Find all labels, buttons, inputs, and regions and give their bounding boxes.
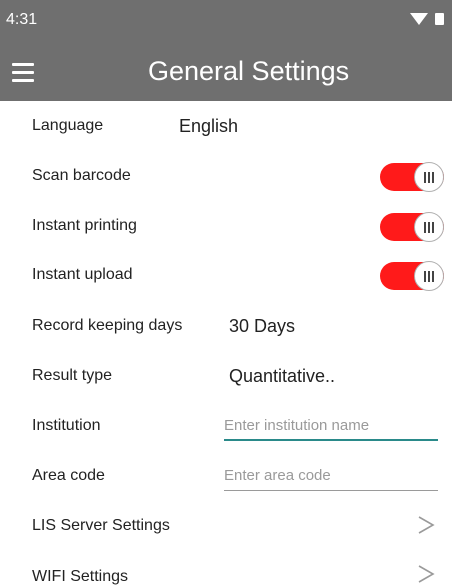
setting-language[interactable]: Language English [0, 101, 452, 151]
instant-upload-toggle[interactable] [380, 261, 444, 291]
chevron-right-icon[interactable] [416, 515, 436, 535]
setting-area-code: Area code [0, 451, 452, 501]
setting-wifi[interactable]: WIFI Settings [0, 551, 452, 585]
menu-button[interactable] [12, 57, 42, 87]
setting-result-type[interactable]: Result type Quantitative.. [0, 351, 452, 401]
result-type-label: Result type [32, 367, 113, 384]
scan-barcode-label: Scan barcode [32, 167, 131, 184]
wifi-icon [410, 13, 428, 25]
battery-icon [435, 13, 444, 25]
chevron-right-icon[interactable] [416, 564, 436, 584]
setting-institution: Institution [0, 401, 452, 451]
setting-record-keeping[interactable]: Record keeping days 30 Days [0, 301, 452, 351]
instant-printing-label: Instant printing [32, 217, 137, 234]
page-title: General Settings [148, 56, 350, 86]
toggle-thumb-icon [414, 212, 444, 242]
lis-server-label: LIS Server Settings [32, 517, 170, 534]
setting-lis-server[interactable]: LIS Server Settings [0, 501, 452, 551]
scan-barcode-toggle[interactable] [380, 162, 444, 192]
instant-printing-toggle[interactable] [380, 212, 444, 242]
record-keeping-value[interactable]: 30 Days [229, 316, 295, 337]
instant-upload-label: Instant upload [32, 266, 133, 283]
hamburger-menu-icon [12, 62, 34, 66]
record-keeping-label: Record keeping days [32, 317, 183, 334]
app-toolbar: General Settings [0, 44, 452, 101]
status-bar: 4:31 [0, 0, 452, 44]
status-icons [410, 13, 444, 25]
wifi-settings-label: WIFI Settings [32, 568, 129, 585]
language-label: Language [32, 117, 104, 134]
result-type-value[interactable]: Quantitative.. [229, 366, 335, 387]
setting-instant-printing: Instant printing [0, 201, 452, 251]
institution-label: Institution [32, 417, 101, 434]
toggle-thumb-icon [414, 162, 444, 192]
area-code-label: Area code [32, 467, 105, 484]
language-value[interactable]: English [179, 116, 238, 137]
status-time: 4:31 [6, 11, 38, 28]
setting-instant-upload: Instant upload [0, 251, 452, 301]
area-code-input[interactable] [224, 461, 438, 491]
institution-input[interactable] [224, 411, 438, 441]
toggle-thumb-icon [414, 261, 444, 291]
setting-scan-barcode: Scan barcode [0, 151, 452, 201]
